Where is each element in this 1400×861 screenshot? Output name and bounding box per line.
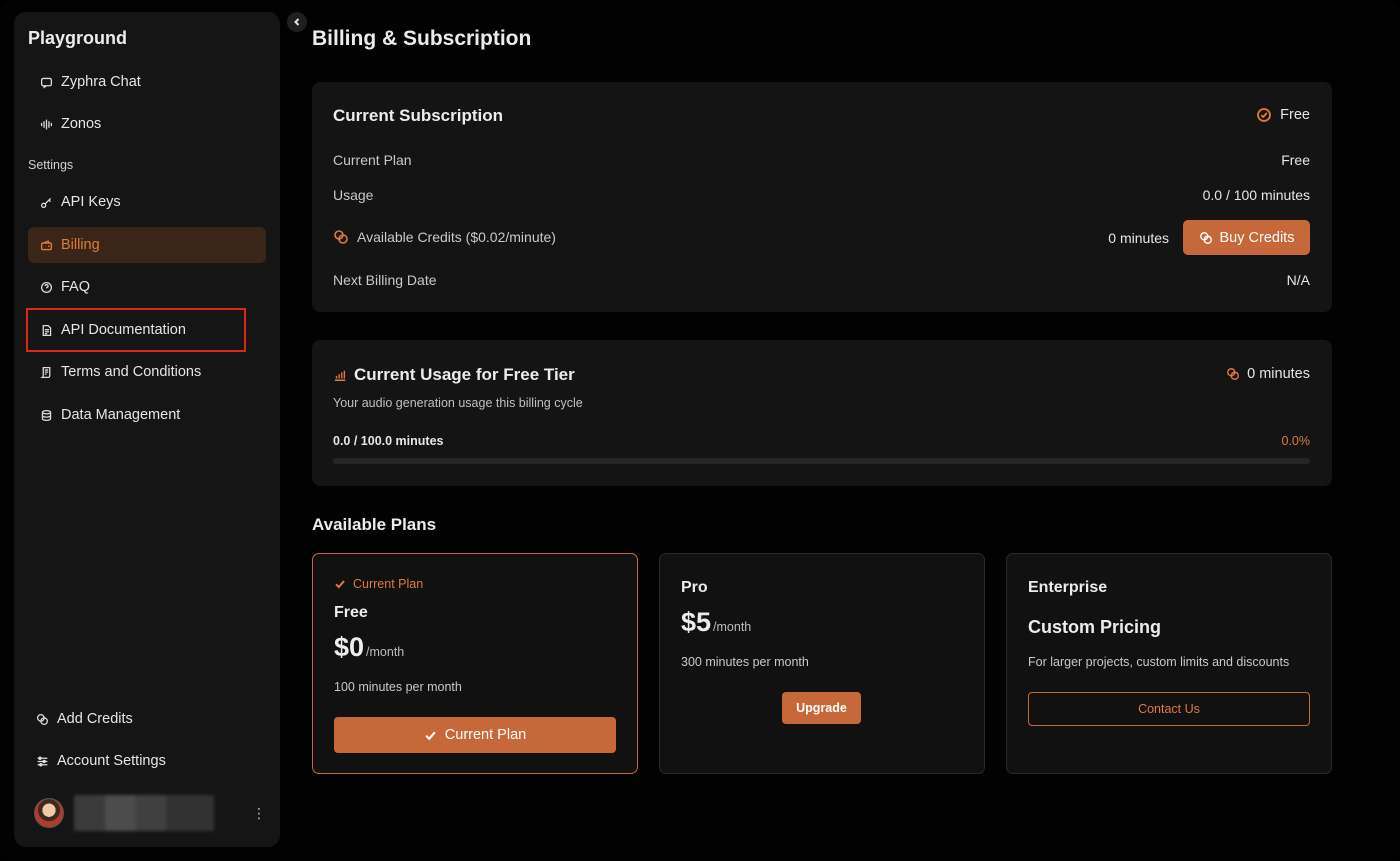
buy-credits-button[interactable]: Buy Credits (1183, 220, 1310, 255)
plan-price: $0 /month (334, 632, 405, 662)
document-icon (39, 323, 53, 337)
check-icon (335, 580, 345, 589)
check-circle-icon (1257, 108, 1272, 122)
usage-subtitle: Your audio generation usage this billing… (333, 396, 583, 410)
plan-card-enterprise: Enterprise Custom Pricing For larger pro… (1006, 553, 1332, 774)
available-credits-label: Available Credits ($0.02/minute) (333, 229, 556, 245)
sidebar-item-account-settings[interactable]: Account Settings (28, 743, 266, 779)
usage-count: 0.0 / 100.0 minutes (333, 434, 444, 448)
plan-name: Free (334, 604, 368, 621)
chat-icon (39, 75, 53, 89)
sidebar-item-billing[interactable]: Billing (28, 227, 266, 263)
sidebar-item-label: Add Credits (57, 711, 133, 727)
sidebar-item-label: API Keys (61, 194, 121, 210)
coins-icon (1227, 368, 1240, 380)
sidebar-item-add-credits[interactable]: Add Credits (28, 701, 266, 737)
key-icon (39, 195, 53, 209)
avatar[interactable] (34, 798, 64, 828)
more-options-icon[interactable]: ⋮ (252, 805, 266, 822)
sidebar-item-label: Zyphra Chat (61, 74, 141, 90)
available-credits-value: 0 minutes (1108, 230, 1169, 246)
usage-value: 0.0 / 100 minutes (1202, 187, 1310, 203)
sidebar-item-terms[interactable]: Terms and Conditions (28, 354, 266, 390)
usage-card-title: Current Usage for Free Tier (333, 365, 575, 385)
plan-description: For larger projects, custom limits and d… (1028, 655, 1290, 669)
available-plans-title: Available Plans (312, 515, 437, 534)
check-icon (425, 731, 436, 740)
current-plan-value: Free (1281, 152, 1310, 168)
contact-us-button[interactable]: Contact Us (1028, 692, 1310, 726)
current-plan-tag: Current Plan (334, 577, 423, 591)
scroll-icon (39, 365, 53, 379)
user-profile[interactable]: ⋮ (34, 795, 266, 831)
sidebar-item-label: Data Management (61, 407, 181, 423)
current-subscription-card: Current Subscription Free Current Plan F… (312, 82, 1332, 312)
sidebar-item-zonos[interactable]: Zonos (28, 106, 266, 142)
coins-icon (35, 712, 49, 726)
sidebar-item-label: API Documentation (61, 322, 186, 338)
plan-description: 100 minutes per month (334, 680, 462, 694)
sidebar-item-zyphra-chat[interactable]: Zyphra Chat (28, 64, 266, 100)
plan-badge: Free (1256, 107, 1310, 123)
subscription-title: Current Subscription (333, 106, 504, 125)
plan-name: Enterprise (1028, 579, 1108, 596)
usage-label: Usage (333, 187, 374, 203)
upgrade-button[interactable]: Upgrade (782, 692, 861, 724)
help-circle-icon (39, 280, 53, 294)
sidebar: Playground Zyphra Chat Zonos Settings AP… (14, 12, 280, 847)
wallet-icon (39, 238, 53, 252)
usage-minutes: 0 minutes (1226, 366, 1310, 382)
sidebar-item-label: Terms and Conditions (61, 364, 202, 380)
sliders-icon (35, 754, 49, 768)
plan-price: Custom Pricing (1028, 617, 1162, 637)
plan-card-free: Current Plan Free $0 /month 100 minutes … (312, 553, 638, 774)
audio-wave-icon (39, 117, 53, 131)
next-billing-label: Next Billing Date (333, 272, 437, 288)
sidebar-item-data-management[interactable]: Data Management (28, 397, 266, 433)
current-plan-button[interactable]: Current Plan (334, 717, 616, 753)
sidebar-item-label: Billing (61, 237, 100, 253)
database-icon (39, 408, 53, 422)
sidebar-title: Playground (28, 28, 128, 48)
sidebar-item-label: FAQ (61, 279, 91, 295)
plan-price: $5 /month (681, 607, 752, 637)
next-billing-value: N/A (1286, 272, 1310, 288)
user-name-redacted (74, 795, 214, 831)
usage-percent: 0.0% (1281, 434, 1311, 448)
page-title: Billing & Subscription (312, 27, 532, 50)
chevron-left-icon (294, 18, 300, 26)
plan-card-pro: Pro $5 /month 300 minutes per month Upgr… (659, 553, 985, 774)
chart-icon (334, 370, 346, 381)
app-window: Playground Zyphra Chat Zonos Settings AP… (0, 0, 1400, 861)
plan-name: Pro (681, 579, 708, 596)
sidebar-item-api-documentation[interactable]: API Documentation (26, 308, 246, 352)
sidebar-item-faq[interactable]: FAQ (28, 269, 266, 305)
sidebar-item-api-keys[interactable]: API Keys (28, 184, 266, 220)
sidebar-item-label: Zonos (61, 116, 102, 132)
sidebar-section-settings: Settings (28, 158, 74, 172)
current-plan-label: Current Plan (333, 152, 412, 168)
usage-progress-bar (333, 458, 1310, 464)
collapse-sidebar-button[interactable] (287, 12, 307, 32)
coins-icon (1199, 231, 1212, 244)
sidebar-item-label: Account Settings (57, 753, 166, 769)
plan-description: 300 minutes per month (681, 655, 809, 669)
coins-icon (334, 230, 348, 244)
current-usage-card: Current Usage for Free Tier 0 minutes Yo… (312, 340, 1332, 486)
